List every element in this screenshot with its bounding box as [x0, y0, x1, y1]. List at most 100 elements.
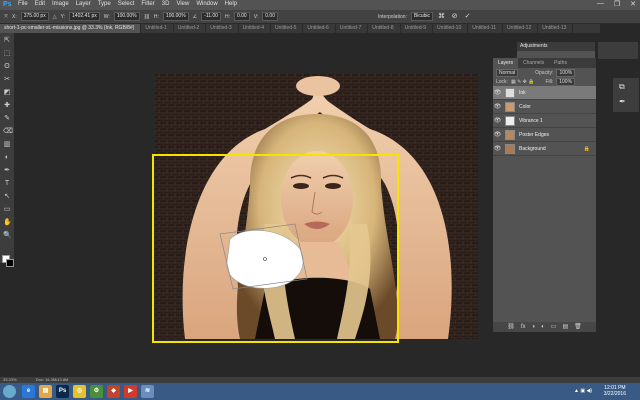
settings-icon[interactable]: ⚙	[90, 385, 103, 398]
document-tab[interactable]: Untitled-10	[433, 24, 469, 33]
visibility-eye-icon[interactable]: 👁	[493, 145, 502, 152]
tool-icon[interactable]: ✚	[3, 102, 11, 110]
app-icon[interactable]: ≋	[141, 385, 154, 398]
document-tab[interactable]: Untitled-7	[336, 24, 369, 33]
menu-select[interactable]: Select	[118, 1, 135, 7]
menu-layer[interactable]: Layer	[76, 1, 91, 7]
document-tab[interactable]: Untitled-11	[468, 24, 504, 33]
visibility-eye-icon[interactable]: 👁	[493, 89, 502, 96]
tool-icon[interactable]: ✂	[3, 76, 11, 84]
document-tab[interactable]: Untitled-6	[303, 24, 336, 33]
x-field[interactable]: 375.00 px	[20, 12, 49, 21]
layer-name[interactable]: Background	[519, 146, 546, 152]
minimize-icon[interactable]: —	[597, 0, 604, 8]
menu-image[interactable]: Image	[52, 1, 69, 7]
fill-field[interactable]: 100%	[556, 77, 576, 86]
fx-icon[interactable]: fx	[521, 322, 526, 332]
panel-dock-collapsed[interactable]	[598, 42, 638, 59]
tab-channels[interactable]: Channels	[518, 58, 549, 68]
tool-icon[interactable]: 🔍	[3, 232, 12, 240]
tab-paths[interactable]: Paths	[549, 58, 572, 68]
menu-help[interactable]: Help	[225, 1, 237, 7]
layer-row[interactable]: 👁 Ink	[493, 86, 596, 100]
tool-icon[interactable]: ▭	[3, 206, 11, 214]
new-layer-icon[interactable]: ▤	[562, 322, 568, 332]
tool-icon[interactable]: ◩	[3, 89, 11, 97]
tool-icon[interactable]: ʘ	[3, 63, 11, 71]
document-tab[interactable]: Untitled-12	[503, 24, 539, 33]
width-field[interactable]: 100.00%	[113, 12, 140, 21]
warp-icon[interactable]: ⌘	[437, 12, 446, 21]
visibility-eye-icon[interactable]: 👁	[493, 117, 502, 124]
layer-name[interactable]: Color	[519, 104, 531, 110]
history-icon[interactable]: ⧉	[619, 82, 625, 92]
menu-type[interactable]: Type	[98, 1, 111, 7]
layer-row[interactable]: 👁 Color	[493, 100, 596, 114]
background-color-swatch[interactable]	[6, 259, 14, 267]
document-tab[interactable]: short-1-pc-smaller-st.-missions.jpg @ 33…	[0, 24, 142, 33]
y-field[interactable]: 1402.41 px	[69, 12, 100, 21]
close-icon[interactable]: ✕	[630, 0, 636, 8]
tool-icon[interactable]: ⇱	[3, 37, 11, 45]
commit-transform-icon[interactable]: ✓	[463, 12, 472, 21]
brush-settings-icon[interactable]: ✒	[619, 97, 626, 106]
chrome-icon[interactable]: ◎	[73, 385, 86, 398]
document-tab[interactable]: Untitled-9	[401, 24, 434, 33]
app-icon[interactable]: ◆	[107, 385, 120, 398]
document-tab[interactable]: Untitled-4	[239, 24, 272, 33]
tool-icon[interactable]: ✎	[3, 115, 11, 123]
new-group-icon[interactable]: ▭	[551, 322, 557, 332]
lock-icons[interactable]: ▦ ✎ ✥ 🔒	[511, 79, 535, 85]
tool-icon[interactable]: T	[3, 180, 11, 188]
trash-icon[interactable]: 🗑	[574, 322, 582, 332]
clock[interactable]: 12:01 PM 3/22/2016	[604, 385, 626, 397]
layer-row[interactable]: 👁 Poster Edges	[493, 128, 596, 142]
link-icon[interactable]: ⛓	[144, 14, 150, 20]
cancel-transform-icon[interactable]: ⊘	[450, 12, 459, 21]
add-mask-icon[interactable]: ◑	[532, 322, 536, 332]
document-tab[interactable]: Untitled-1	[141, 24, 174, 33]
lock-icon[interactable]: 🔒	[584, 146, 590, 152]
visibility-eye-icon[interactable]: 👁	[493, 103, 502, 110]
document-tab[interactable]: Untitled-3	[206, 24, 239, 33]
tool-icon[interactable]: ✋	[3, 219, 12, 227]
visibility-eye-icon[interactable]: 👁	[493, 131, 502, 138]
menu-file[interactable]: File	[18, 1, 28, 7]
photoshop-taskbar-icon[interactable]: Ps	[56, 385, 69, 398]
explorer-icon[interactable]: ▤	[39, 385, 52, 398]
height-field[interactable]: 100.00%	[162, 12, 189, 21]
vskew-field[interactable]: 0.00	[262, 12, 278, 21]
angle-field[interactable]: -11.00	[201, 12, 221, 21]
menu-3d[interactable]: 3D	[162, 1, 170, 7]
tool-icon[interactable]: ⬚	[3, 50, 11, 58]
document-tab[interactable]: Untitled-2	[174, 24, 207, 33]
document-tab[interactable]: Untitled-13	[538, 24, 574, 33]
link-layers-icon[interactable]: ⛓	[507, 322, 515, 332]
document-tab[interactable]: Untitled-5	[271, 24, 304, 33]
document-tab[interactable]: Untitled-8	[368, 24, 401, 33]
system-tray[interactable]: ▲ ▣ ◀)	[574, 388, 592, 394]
adjustments-title[interactable]: Adjustments	[517, 42, 595, 51]
interpolation-select[interactable]: Bicubic	[410, 12, 434, 21]
tab-layers[interactable]: Layers	[493, 58, 519, 68]
hskew-field[interactable]: 0.00	[233, 12, 250, 21]
menu-view[interactable]: View	[176, 1, 189, 7]
tool-icon[interactable]: ◐	[3, 154, 11, 162]
restore-icon[interactable]: ❐	[614, 0, 620, 8]
opacity-field[interactable]: 100%	[556, 68, 576, 77]
layer-row[interactable]: 👁 Vibrance 1	[493, 114, 596, 128]
tool-icon[interactable]: ▥	[3, 141, 11, 149]
ie-icon[interactable]: e	[22, 385, 35, 398]
media-player-icon[interactable]: ▶	[124, 385, 137, 398]
menu-edit[interactable]: Edit	[35, 1, 45, 7]
tool-icon[interactable]: ⌫	[3, 128, 13, 136]
adjustment-layer-icon[interactable]: ◐	[541, 322, 545, 332]
layer-name[interactable]: Ink	[519, 90, 526, 96]
start-button[interactable]	[3, 385, 16, 398]
layer-name[interactable]: Vibrance 1	[519, 118, 543, 124]
menu-filter[interactable]: Filter	[141, 1, 154, 7]
tool-icon[interactable]: ↖	[3, 193, 11, 201]
tool-icon[interactable]: ✒	[3, 167, 11, 175]
menu-window[interactable]: Window	[196, 1, 217, 7]
zoom-level[interactable]: 33.33%	[3, 377, 17, 382]
